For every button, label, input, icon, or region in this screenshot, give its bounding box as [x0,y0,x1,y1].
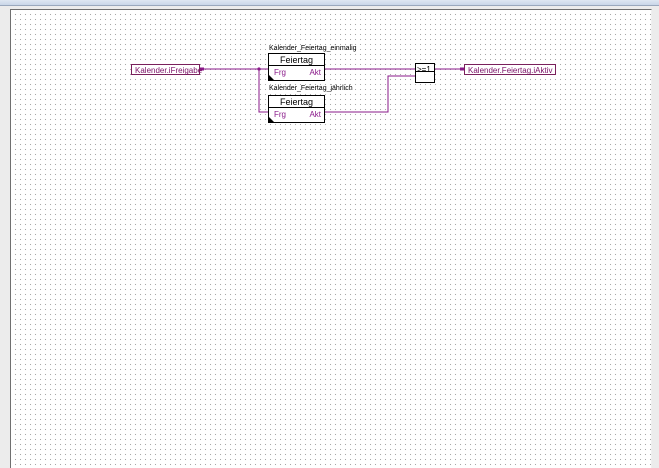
connection-wires [200,67,464,113]
block-divider [269,107,324,108]
block-instance-name: Kalender_Feiertag_einmalig [269,45,357,52]
block-divider [269,65,324,66]
block-type: Feiertag [279,97,314,107]
diagram-canvas[interactable]: Kalender.iFreigabe Kalender_Feiertag_ein… [10,9,652,468]
block-corner-marker [269,117,274,122]
block-corner-marker [269,75,274,80]
output-variable[interactable]: Kalender.Feiertag.iAktiv [464,64,556,75]
pin-frg[interactable]: Frg [274,68,286,78]
input-variable[interactable]: Kalender.iFreigabe [131,64,202,75]
function-block-feiertag-einmalig[interactable]: Feiertag Frg Akt [268,53,325,81]
wire-block2-to-or [325,75,415,113]
or-gate[interactable]: >=1 [415,63,435,83]
editor-window: Kalender.iFreigabe Kalender_Feiertag_ein… [0,0,659,468]
or-gate-divider [416,71,434,72]
block-instance-name: Kalender_Feiertag_jährlich [269,85,353,92]
pin-frg[interactable]: Frg [274,110,286,120]
block-type: Feiertag [279,55,314,65]
window-top-border [0,0,659,6]
function-block-feiertag-jaehrlich[interactable]: Feiertag Frg Akt [268,95,325,123]
pin-akt[interactable]: Akt [309,68,321,78]
or-gate-label: >=1 [417,65,431,74]
pin-akt[interactable]: Akt [309,110,321,120]
